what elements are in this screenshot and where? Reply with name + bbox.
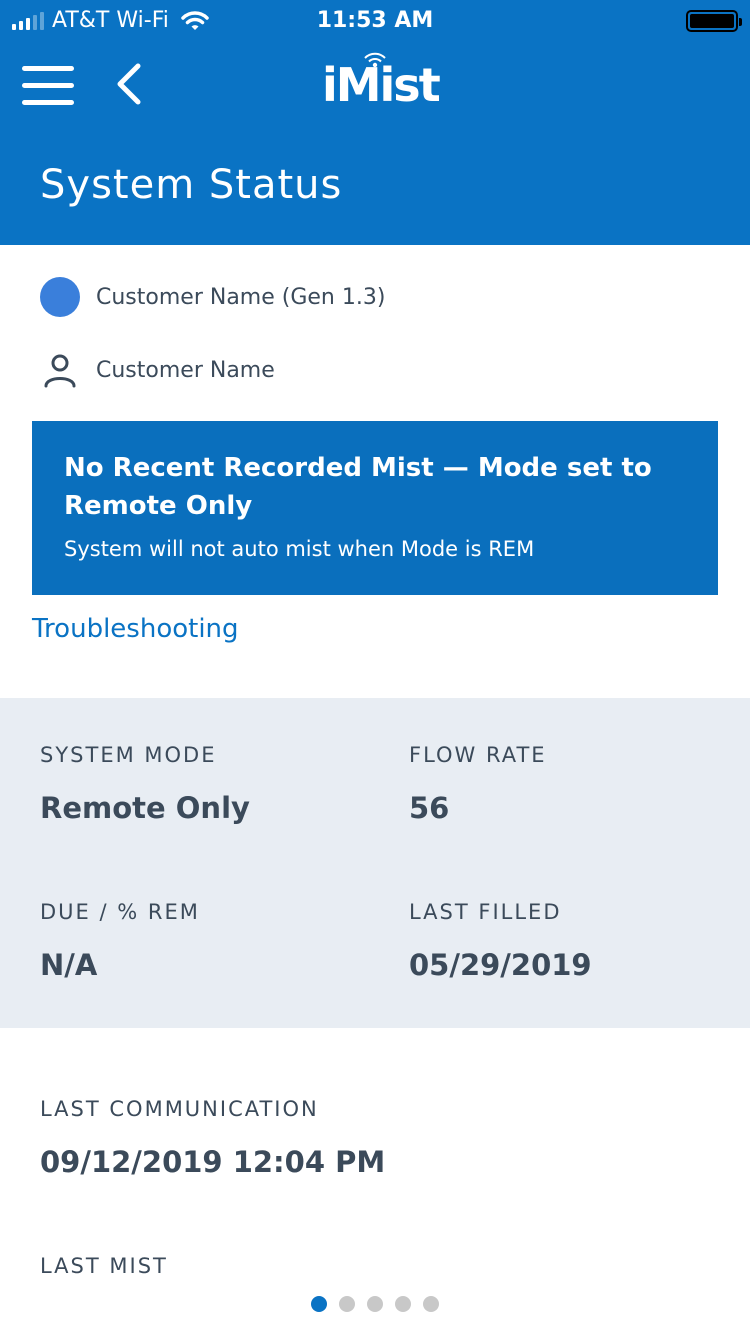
device-row[interactable]: Customer Name (Gen 1.3) <box>40 277 385 317</box>
stat-last-filled: LAST FILLED 05/29/2019 <box>409 900 592 982</box>
logo-text: iMist <box>322 58 441 112</box>
back-button[interactable] <box>112 62 148 106</box>
stat-value: N/A <box>40 948 98 982</box>
page-dot-5[interactable] <box>423 1296 439 1312</box>
troubleshooting-link[interactable]: Troubleshooting <box>32 614 239 644</box>
stat-value: 56 <box>409 791 450 825</box>
info-last-communication: LAST COMMUNICATION 09/12/2019 12:04 PM <box>40 1097 385 1179</box>
stat-value: 05/29/2019 <box>409 948 592 982</box>
battery-icon <box>686 10 742 32</box>
page-dot-1[interactable] <box>311 1296 327 1312</box>
alert-title: No Recent Recorded Mist — Mode set to Re… <box>64 453 652 521</box>
stat-label: SYSTEM MODE <box>40 743 217 767</box>
person-icon <box>44 354 76 388</box>
stat-label: LAST FILLED <box>409 900 562 924</box>
menu-button[interactable] <box>22 66 76 106</box>
alert-subtitle: System will not auto mist when Mode is R… <box>64 537 535 561</box>
page-title: System Status <box>40 162 343 208</box>
status-bar: AT&T Wi-Fi 11:53 AM <box>0 0 750 40</box>
stat-due-rem: DUE / % REM N/A <box>40 900 200 982</box>
stats-panel: SYSTEM MODE Remote Only FLOW RATE 56 DUE… <box>0 698 750 1028</box>
status-alert: No Recent Recorded Mist — Mode set to Re… <box>32 421 718 595</box>
customer-name: Customer Name <box>96 357 275 383</box>
stat-value: Remote Only <box>40 791 250 825</box>
stat-label: DUE / % REM <box>40 900 200 924</box>
page-indicator[interactable] <box>0 1280 750 1334</box>
app-logo: iMist <box>322 50 441 112</box>
device-status-dot <box>40 277 80 317</box>
device-name: Customer Name (Gen 1.3) <box>96 284 386 310</box>
stat-system-mode: SYSTEM MODE Remote Only <box>40 743 250 825</box>
info-label: LAST MIST <box>40 1254 168 1278</box>
app-header: AT&T Wi-Fi 11:53 AM iMist System Status <box>0 0 750 245</box>
page-dot-4[interactable] <box>395 1296 411 1312</box>
stat-label: FLOW RATE <box>409 743 547 767</box>
info-label: LAST COMMUNICATION <box>40 1097 319 1121</box>
page-dot-3[interactable] <box>367 1296 383 1312</box>
stat-flow-rate: FLOW RATE 56 <box>409 743 547 825</box>
info-last-mist: LAST MIST <box>40 1254 168 1278</box>
customer-row[interactable]: Customer Name <box>40 350 275 390</box>
page-dot-2[interactable] <box>339 1296 355 1312</box>
info-value: 09/12/2019 12:04 PM <box>40 1145 386 1179</box>
status-time: 11:53 AM <box>316 8 434 33</box>
